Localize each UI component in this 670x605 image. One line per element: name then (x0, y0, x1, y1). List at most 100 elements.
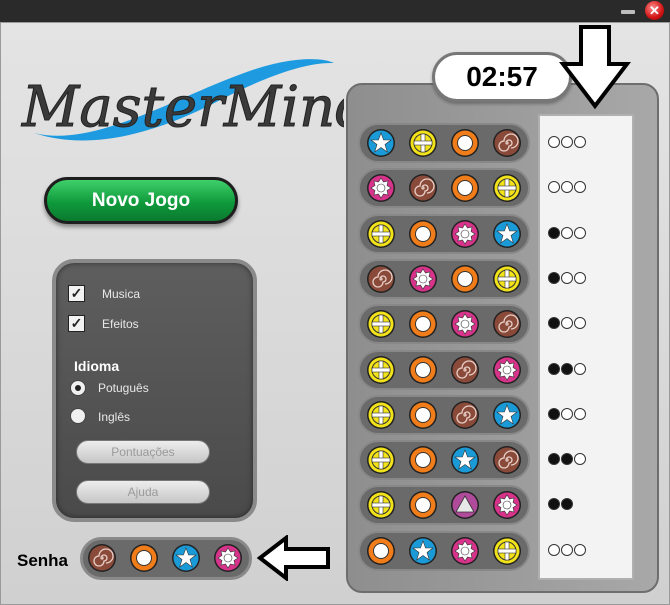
orange-ring-peg (450, 264, 480, 294)
yellow-cross-peg (366, 445, 396, 475)
yellow-cross-peg (366, 219, 396, 249)
secret-orange-ring-peg (129, 543, 159, 573)
brown-spiral-peg (492, 309, 522, 339)
novo-jogo-button[interactable]: Novo Jogo (44, 177, 238, 224)
logo-text: MasterMind (21, 75, 344, 140)
minimize-icon[interactable] (618, 2, 638, 18)
feedback-pegs (548, 408, 587, 422)
portugues-radio[interactable] (70, 380, 86, 396)
orange-ring-peg (450, 128, 480, 158)
pink-sun-peg (450, 536, 480, 566)
idioma-label: Idioma (74, 358, 120, 374)
title-bar: ✕ (0, 0, 670, 22)
feedback-white-dot (574, 227, 586, 239)
feedback-white-dot (548, 136, 560, 148)
blue-star-peg (366, 128, 396, 158)
orange-ring-peg (408, 355, 438, 385)
feedback-black-dot (548, 227, 560, 239)
pink-sun-peg (450, 309, 480, 339)
feedback-pegs (548, 453, 587, 467)
feedback-white-dot (561, 544, 573, 556)
pink-sun-peg (492, 355, 522, 385)
feedback-white-dot (548, 544, 560, 556)
pontuacoes-button[interactable]: Pontuações (76, 440, 210, 464)
yellow-cross-peg (366, 309, 396, 339)
orange-ring-peg (408, 445, 438, 475)
brown-spiral-peg (492, 128, 522, 158)
feedback-white-dot (574, 272, 586, 284)
efeitos-checkbox[interactable]: ✓ (68, 315, 85, 332)
musica-checkbox[interactable]: ✓ (68, 285, 85, 302)
feedback-white-dot (574, 408, 586, 420)
blue-star-peg (408, 536, 438, 566)
yellow-cross-peg (492, 264, 522, 294)
close-icon[interactable]: ✕ (645, 1, 664, 20)
feedback-pegs (548, 227, 587, 241)
yellow-cross-peg (492, 173, 522, 203)
orange-ring-peg (450, 173, 480, 203)
pink-sun-peg (492, 490, 522, 520)
arrow-left-icon (256, 535, 330, 581)
senha-label: Senha (17, 551, 69, 570)
orange-ring-peg (366, 536, 396, 566)
feedback-black-dot (548, 317, 560, 329)
feedback-black-dot (548, 272, 560, 284)
orange-ring-peg (408, 400, 438, 430)
feedback-black-dot (548, 363, 560, 375)
mastermind-logo: MasterMind (21, 59, 344, 141)
brown-spiral-peg (450, 355, 480, 385)
feedback-pegs (548, 498, 574, 512)
secret-blue-star-peg (171, 543, 201, 573)
brown-spiral-peg (492, 445, 522, 475)
feedback-white-dot (561, 181, 573, 193)
pink-sun-peg (450, 219, 480, 249)
yellow-cross-peg (366, 400, 396, 430)
feedback-white-dot (561, 317, 573, 329)
blue-star-peg (492, 219, 522, 249)
feedback-white-dot (574, 363, 586, 375)
brown-spiral-peg (408, 173, 438, 203)
feedback-black-dot (561, 453, 573, 465)
feedback-pegs (548, 363, 587, 377)
feedback-white-dot (574, 453, 586, 465)
musica-label: Musica (102, 287, 141, 301)
pink-triangle-peg (450, 490, 480, 520)
feedback-pegs (548, 317, 587, 331)
feedback-white-dot (561, 272, 573, 284)
yellow-cross-peg (366, 355, 396, 385)
feedback-white-dot (561, 227, 573, 239)
blue-star-peg (492, 400, 522, 430)
ajuda-button[interactable]: Ajuda (76, 480, 210, 504)
pink-sun-peg (408, 264, 438, 294)
feedback-white-dot (574, 317, 586, 329)
yellow-cross-peg (366, 490, 396, 520)
feedback-white-dot (574, 181, 586, 193)
feedback-white-dot (574, 136, 586, 148)
ingles-radio[interactable] (70, 408, 86, 424)
feedback-pegs (548, 136, 587, 150)
feedback-black-dot (561, 363, 573, 375)
orange-ring-peg (408, 219, 438, 249)
feedback-black-dot (561, 498, 573, 510)
feedback-white-dot (548, 181, 560, 193)
secret-brown-spiral-peg (87, 543, 117, 573)
feedback-pegs (548, 181, 587, 195)
feedback-pegs (548, 544, 587, 558)
secret-pink-sun-peg (213, 543, 243, 573)
brown-spiral-peg (450, 400, 480, 430)
feedback-white-dot (561, 136, 573, 148)
feedback-black-dot (548, 498, 560, 510)
feedback-white-dot (574, 544, 586, 556)
feedback-black-dot (548, 453, 560, 465)
timer-display: 02:57 (432, 52, 572, 102)
feedback-white-dot (561, 408, 573, 420)
ingles-label: Inglês (98, 410, 131, 424)
feedback-black-dot (548, 408, 560, 420)
blue-star-peg (450, 445, 480, 475)
brown-spiral-peg (366, 264, 396, 294)
portugues-label: Potuguês (98, 381, 149, 395)
orange-ring-peg (408, 490, 438, 520)
arrow-down-icon (559, 25, 631, 110)
yellow-cross-peg (492, 536, 522, 566)
feedback-pegs (548, 272, 587, 286)
